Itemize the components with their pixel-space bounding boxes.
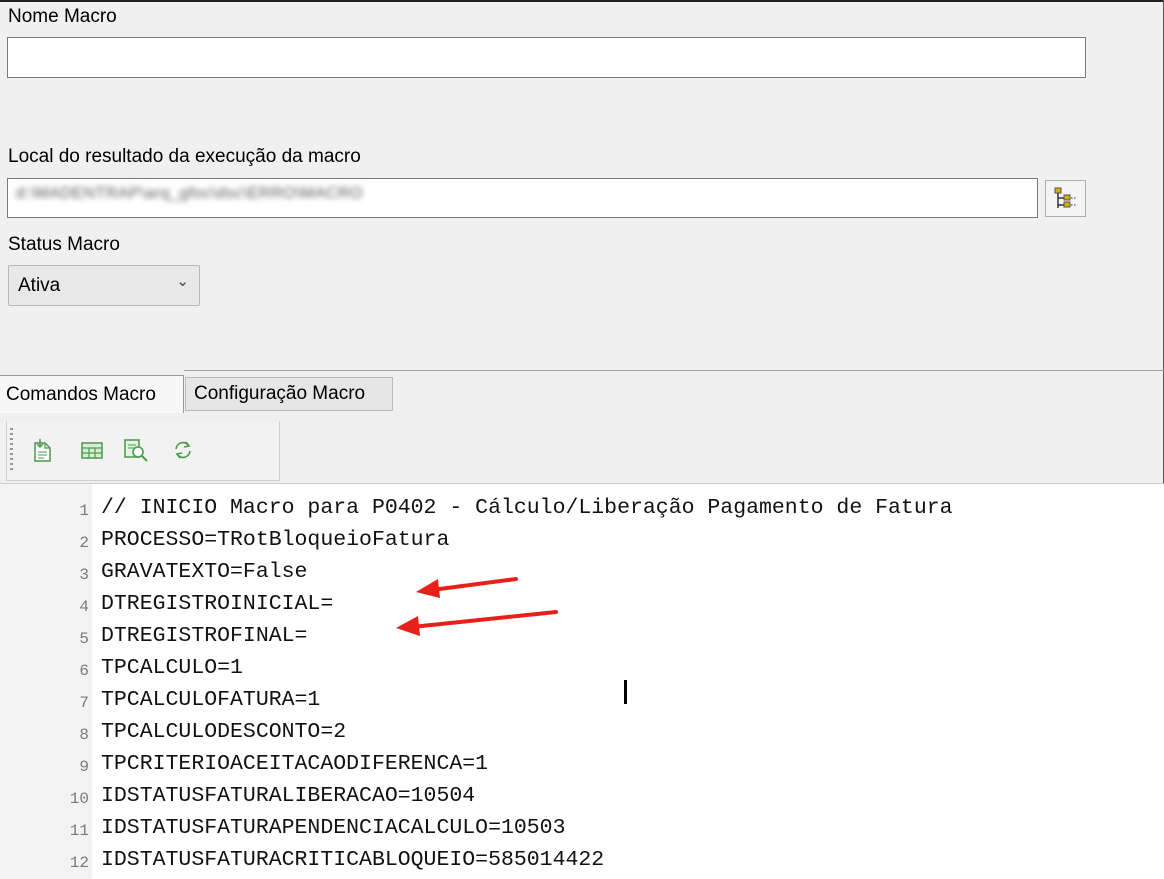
status-select[interactable]: Ativa ⌄: [8, 265, 200, 306]
line-number: 2: [79, 534, 89, 552]
line-number: 10: [69, 790, 89, 808]
find-icon: [124, 439, 148, 462]
code-text: DTREGISTROINICIAL=: [101, 592, 334, 616]
chevron-down-icon: ⌄: [176, 273, 189, 290]
line-number: 1: [79, 502, 89, 520]
toolbar-grip[interactable]: [10, 428, 13, 472]
code-line[interactable]: 5 DTREGISTROFINAL=: [0, 621, 1164, 653]
line-number: 7: [79, 694, 89, 712]
line-number: 3: [79, 566, 89, 584]
code-line[interactable]: 12 IDSTATUSFATURACRITICABLOQUEIO=58501442…: [0, 845, 1164, 877]
macro-name-label: Nome Macro: [8, 6, 117, 27]
code-text: TPCALCULODESCONTO=2: [101, 720, 347, 744]
code-text: TPCALCULO=1: [101, 656, 243, 680]
tab-strip-border: [184, 370, 1164, 371]
tab-label: Comandos Macro: [6, 383, 156, 405]
line-number: 6: [79, 662, 89, 680]
code-text: PROCESSO=TRotBloqueioFatura: [101, 528, 450, 552]
tab-configuracao-macro[interactable]: Configuração Macro: [185, 377, 393, 411]
code-text: DTREGISTROFINAL=: [101, 624, 308, 648]
line-number: 9: [79, 758, 89, 776]
macro-code-editor[interactable]: 1 // INICIO Macro para P0402 - Cálculo/Li…: [0, 483, 1164, 879]
code-line[interactable]: 9 TPCRITERIOACEITACAODIFERENCA=1: [0, 749, 1164, 781]
code-line[interactable]: 10 IDSTATUSFATURALIBERACAO=10504: [0, 781, 1164, 813]
text-cursor: [624, 680, 627, 704]
folder-tree-icon: [1054, 187, 1077, 208]
line-number: 4: [79, 598, 89, 616]
import-file-button[interactable]: [30, 436, 56, 464]
result-location-input[interactable]: d:\MADENTRAP\arq_gfoc\dsc\ERRO\MACRO: [7, 178, 1038, 218]
code-text: IDSTATUSFATURACRITICABLOQUEIO=585014422: [101, 848, 605, 872]
result-location-value: d:\MADENTRAP\arq_gfoc\dsc\ERRO\MACRO: [16, 185, 363, 202]
code-text: IDSTATUSFATURALIBERACAO=10504: [101, 784, 476, 808]
code-line[interactable]: 6 TPCALCULO=1: [0, 653, 1164, 685]
import-file-icon: [34, 439, 51, 462]
find-button[interactable]: [123, 436, 149, 464]
status-selected-value: Ativa: [18, 274, 61, 296]
grid-button[interactable]: [79, 436, 105, 464]
browse-folder-button[interactable]: [1045, 180, 1086, 217]
line-number: 11: [69, 822, 89, 840]
grid-icon: [81, 442, 103, 459]
tab-comandos-macro[interactable]: Comandos Macro: [0, 375, 184, 413]
code-line[interactable]: 4 DTREGISTROINICIAL=: [0, 589, 1164, 621]
status-label: Status Macro: [8, 234, 120, 255]
code-text: TPCRITERIOACEITACAODIFERENCA=1: [101, 752, 489, 776]
code-line[interactable]: 7 TPCALCULOFATURA=1: [0, 685, 1164, 717]
code-line[interactable]: 8 TPCALCULODESCONTO=2: [0, 717, 1164, 749]
line-number: 5: [79, 630, 89, 648]
code-line[interactable]: 3 GRAVATEXTO=False: [0, 557, 1164, 589]
line-number: 8: [79, 726, 89, 744]
window-top-border: [0, 0, 1164, 2]
code-line[interactable]: 11 IDSTATUSFATURAPENDENCIACALCULO=10503: [0, 813, 1164, 845]
line-number: 12: [69, 854, 89, 872]
code-line[interactable]: 2 PROCESSO=TRotBloqueioFatura: [0, 525, 1164, 557]
refresh-icon: [175, 441, 191, 459]
code-text: GRAVATEXTO=False: [101, 560, 308, 584]
code-line[interactable]: 1 // INICIO Macro para P0402 - Cálculo/Li…: [0, 493, 1164, 525]
tab-label: Configuração Macro: [194, 383, 366, 404]
refresh-button[interactable]: [170, 436, 196, 464]
code-text: IDSTATUSFATURAPENDENCIACALCULO=10503: [101, 816, 566, 840]
code-text: // INICIO Macro para P0402 - Cálculo/Lib…: [101, 496, 953, 520]
code-text: TPCALCULOFATURA=1: [101, 688, 321, 712]
macro-name-input[interactable]: [7, 37, 1086, 78]
result-location-label: Local do resultado da execução da macro: [8, 146, 361, 167]
